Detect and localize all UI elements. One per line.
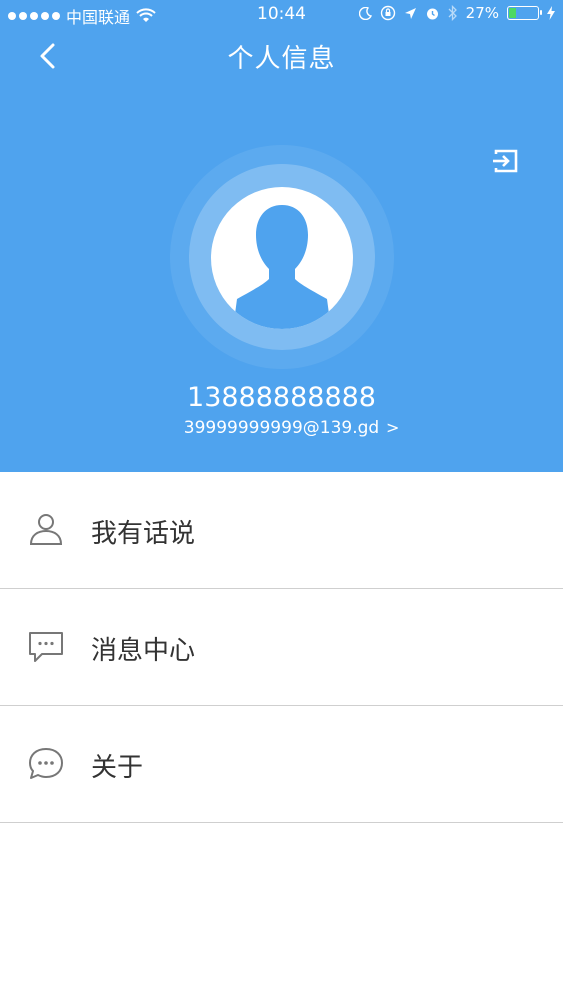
phone-number: 13888888888 [187,382,376,413]
menu-item-messages[interactable]: 消息中心 [0,589,563,706]
location-arrow-icon [404,7,416,19]
email-address: 39999999999@139.gd [183,418,380,438]
page-title: 个人信息 [227,44,336,74]
logout-button[interactable] [488,143,524,179]
menu-item-label: 消息中心 [91,636,196,666]
person-icon [29,514,63,545]
moon-icon [358,6,372,20]
menu-item-label: 关于 [91,753,144,783]
menu-list: 我有话说 消息中心 关于 [0,472,563,823]
chat-bubble-icon [29,748,63,779]
status-right: 27% [358,4,555,22]
menu-item-about[interactable]: 关于 [0,706,563,823]
profile-header: 中国联通 10:44 27% 个人信息 13888888888 39999999… [0,0,563,472]
avatar[interactable] [211,187,353,329]
email-row[interactable]: 39999999999@139.gd > [0,418,563,438]
menu-item-label: 我有话说 [91,519,196,549]
chevron-right-icon: > [386,418,400,437]
rotation-lock-icon [380,5,395,21]
battery-fill [509,8,517,18]
bluetooth-icon [448,5,457,21]
menu-item-feedback[interactable]: 我有话说 [0,472,563,589]
status-bar: 中国联通 10:44 27% [0,0,563,30]
message-icon [29,632,63,662]
battery-percent: 27% [465,4,499,22]
charging-bolt-icon [547,6,555,20]
alarm-icon [426,8,438,19]
logout-icon [493,149,518,173]
battery-icon [507,6,542,20]
user-silhouette-icon [233,205,331,329]
